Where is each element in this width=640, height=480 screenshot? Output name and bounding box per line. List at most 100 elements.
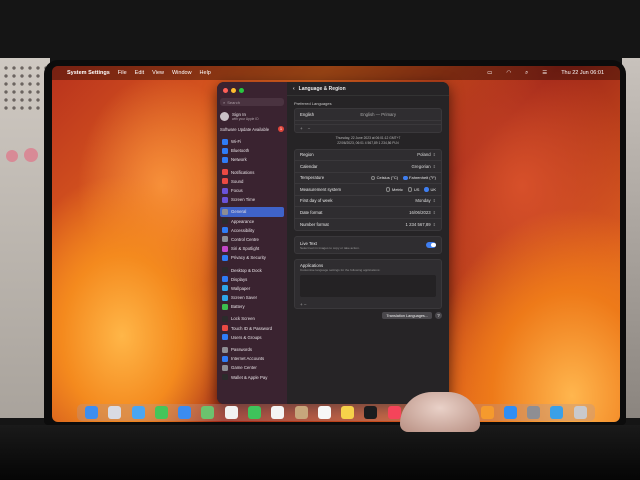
maps-icon[interactable] — [201, 406, 215, 419]
help-button[interactable]: ? — [435, 312, 442, 319]
reminders-icon[interactable] — [317, 406, 331, 419]
radio-metric[interactable]: Metric — [385, 187, 403, 192]
sidebar-item-label: Touch ID & Password — [231, 325, 273, 331]
sidebar-item-passwords[interactable]: Passwords — [220, 345, 284, 354]
sidebar-item-label: Passwords — [231, 347, 253, 353]
photos-icon[interactable] — [224, 406, 238, 419]
minimize-icon[interactable] — [231, 88, 236, 93]
menu-app-name[interactable]: System Settings — [67, 70, 110, 76]
first-day-popup[interactable]: Monday ⇕ — [415, 198, 436, 203]
facetime-icon[interactable] — [247, 406, 261, 419]
sidebar-group: Wi-Fi Bluetooth Network — [220, 137, 284, 165]
translation-languages-button[interactable]: Translation Languages... — [382, 312, 432, 319]
downloads-folder-icon[interactable] — [550, 406, 564, 419]
measurement-label: Measurement system — [300, 186, 342, 192]
radio-fahrenheit[interactable]: Fahrenheit (°F) — [403, 175, 436, 180]
sidebar-item-wallpaper[interactable]: Wallpaper — [220, 284, 284, 293]
menu-window[interactable]: Window — [172, 70, 192, 76]
laptop-base — [0, 425, 640, 480]
zoom-icon[interactable] — [239, 88, 244, 93]
radio-label: Celsius (°C) — [376, 175, 399, 181]
sidebar-item-wi-fi[interactable]: Wi-Fi — [220, 137, 284, 146]
menu-view[interactable]: View — [152, 70, 164, 76]
sidebar-item-desktop-and-dock[interactable]: Desktop & Dock — [220, 265, 284, 274]
battery-icon[interactable]: ▭ — [487, 70, 492, 76]
menu-clock[interactable]: Thu 22 Jun 06:01 — [561, 70, 604, 76]
sidebar-item-general[interactable]: General — [220, 207, 284, 217]
signin-subtitle: with your Apple ID — [232, 117, 259, 121]
sidebar-item-users-and-groups[interactable]: Users & Groups — [220, 333, 284, 342]
number-format-popup[interactable]: 1 234 567,89 ⇕ — [406, 222, 436, 227]
remove-language-button[interactable]: − — [308, 126, 311, 131]
menu-help[interactable]: Help — [200, 70, 211, 76]
sidebar-item-notifications[interactable]: Notifications — [220, 168, 284, 177]
menu-file[interactable]: File — [118, 70, 127, 76]
tv-icon[interactable] — [364, 406, 378, 419]
radio-us[interactable]: US — [407, 187, 419, 192]
sidebar-item-siri-and-spotlight[interactable]: Siri & Spotlight — [220, 244, 284, 253]
sidebar-item-battery[interactable]: Battery — [220, 302, 284, 311]
sidebar-item-touch-id-and-password[interactable]: Touch ID & Password — [220, 324, 284, 333]
remove-application-button[interactable]: − — [304, 302, 307, 307]
radio-icon — [407, 187, 413, 192]
sidebar-item-label: Privacy & Security — [231, 255, 266, 261]
messages-icon[interactable] — [154, 406, 168, 419]
sidebar-item-privacy-and-security[interactable]: Privacy & Security — [220, 253, 284, 262]
calendar-popup[interactable]: Gregorian ⇕ — [412, 164, 436, 169]
radio-celsius[interactable]: Celsius (°C) — [370, 175, 399, 181]
apple-id-signin[interactable]: Sign In with your Apple ID — [220, 112, 284, 121]
pages-icon[interactable] — [480, 406, 494, 419]
app-store-icon[interactable] — [503, 406, 517, 419]
music-icon[interactable] — [387, 406, 401, 419]
applications-list[interactable] — [300, 275, 436, 297]
sidebar-item-screen-time[interactable]: Screen Time — [220, 195, 284, 204]
mail-icon[interactable] — [178, 406, 192, 419]
sidebar-item-network[interactable]: Network — [220, 155, 284, 164]
sidebar-item-displays[interactable]: Displays — [220, 275, 284, 284]
software-update-item[interactable]: Software Update Available 1 — [220, 126, 284, 132]
sidebar-item-internet-accounts[interactable]: Internet Accounts — [220, 354, 284, 363]
back-chevron-icon[interactable]: ‹ — [293, 86, 295, 92]
menu-edit[interactable]: Edit — [135, 70, 144, 76]
sidebar-search-input[interactable]: ⌕ Search — [220, 98, 284, 106]
region-popup[interactable]: Poland ⇕ — [417, 152, 436, 157]
sidebar-item-screen-saver[interactable]: Screen Saver — [220, 293, 284, 302]
radio-uk[interactable]: UK — [424, 187, 436, 192]
date-format-popup[interactable]: 16/06/2023 ⇕ — [409, 210, 436, 215]
sidebar-item-bluetooth[interactable]: Bluetooth — [220, 146, 284, 155]
system-settings-icon[interactable] — [527, 406, 541, 419]
sidebar-item-appearance[interactable]: Appearance — [220, 217, 284, 226]
search-icon[interactable]: ⌕ — [525, 70, 528, 77]
sidebar-item-game-center[interactable]: Game Center — [220, 363, 284, 372]
search-placeholder: Search — [227, 99, 240, 105]
dock — [77, 404, 595, 421]
wifi-icon[interactable]: ◠ — [506, 70, 511, 76]
format-preview: Thursday, 22 June 2023 at 06:01:12 GMT+7… — [287, 133, 449, 149]
search-icon: ⌕ — [223, 99, 226, 105]
sidebar-item-label: Appearance — [231, 218, 255, 224]
applications-list-controls: + − — [295, 302, 441, 308]
language-row[interactable]: English English — Primary — [295, 109, 441, 121]
applications-description: Customise language settings for the foll… — [300, 268, 381, 272]
live-text-toggle[interactable] — [426, 242, 436, 248]
control-centre-icon[interactable]: ☰ — [542, 70, 547, 76]
sidebar-item-accessibility[interactable]: Accessibility — [220, 226, 284, 235]
sidebar-item-wallet-and-apple-pay[interactable]: Wallet & Apple Pay — [220, 373, 284, 382]
sidebar-item-control-centre[interactable]: Control Centre — [220, 235, 284, 244]
add-language-button[interactable]: + — [300, 126, 303, 131]
sidebar-item-sound[interactable]: Sound — [220, 177, 284, 186]
sidebar-item-lock-screen[interactable]: Lock Screen — [220, 314, 284, 323]
trash-icon[interactable] — [573, 406, 587, 419]
finder-icon[interactable] — [85, 406, 99, 419]
contacts-icon[interactable] — [294, 406, 308, 419]
launchpad-icon[interactable] — [108, 406, 122, 419]
close-icon[interactable] — [223, 88, 228, 93]
add-application-button[interactable]: + — [300, 302, 303, 307]
sidebar-item-focus[interactable]: Focus — [220, 186, 284, 195]
appearance-icon — [222, 218, 228, 225]
safari-icon[interactable] — [131, 406, 145, 419]
notes-icon[interactable] — [341, 406, 355, 419]
pane-header: ‹ Language & Region — [287, 82, 449, 96]
page-title: Language & Region — [298, 85, 346, 92]
calendar-icon[interactable] — [271, 406, 285, 419]
